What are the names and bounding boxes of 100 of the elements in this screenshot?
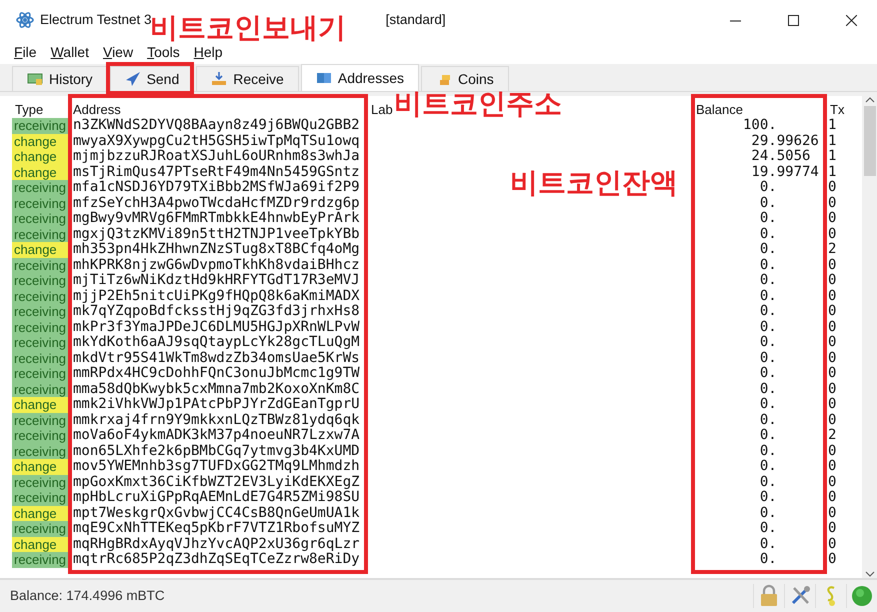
address-cell-text: mpHbLcruXiGPpRqAEMnLdE7G4R5ZMi98SU [72,490,361,506]
balance-cell-text: 0. [758,382,778,397]
type-cell: change [12,397,70,412]
type-cell: change [12,459,70,474]
balance-cell-text: 19.99774 [750,164,820,180]
annotation-text: 비트코인보내기 [150,14,346,42]
balance-cell-text: 0. [758,242,778,258]
tx-count-cell-text: 0 [827,412,838,428]
column-header[interactable]: Tx [827,96,844,120]
menu-item[interactable]: Tools [147,42,180,62]
menu-item[interactable]: Wallet [50,42,89,62]
tab[interactable]: Coins [421,66,509,91]
tab[interactable]: History [12,66,108,91]
inbox-icon [211,71,228,87]
address-cell-text: mqE9CxNhTTEKeq5pKbrF7VTZ1RbofsuMYZ [72,521,361,536]
type-cell: receiving [12,490,70,506]
balance-cell-text: 0. [758,474,778,490]
balance-cell-text: 0. [758,335,778,350]
type-cell: receiving [12,196,70,211]
type-cell: change [12,506,70,521]
balance-cell-text: 0. [758,552,778,568]
scroll-down-icon [864,570,874,578]
balance-cell-text: 0. [758,536,778,552]
address-cell-text: mfzSeYchH3A4pwoTWcdaHcfMZDr9rdzg6p [72,196,361,211]
menu-item[interactable]: View [102,42,134,62]
tab[interactable]: Receive [196,66,299,91]
tx-count-cell-text: 0 [827,521,838,536]
menu-item[interactable]: File [14,42,37,62]
balance-cell-text: 0. [758,428,778,444]
type-cell: receiving [12,211,70,226]
tx-count-cell-text: 0 [827,335,838,350]
tx-count-cell-text: 0 [827,258,838,273]
balance-cell-text: 100. [742,118,778,134]
scrollbar[interactable] [862,96,877,578]
balance-cell-text: 0. [758,444,778,459]
address-cell-text: mkPr3f3YmaJPDeJC6DLMU5HGJpXRnWLPvW [72,320,361,335]
balance-cell-text: 0. [758,506,778,521]
address-cell-text: mgxjQ3tzKMVi89n5ttH2TNJP1veeTpkYBb [72,226,361,242]
type-cell: receiving [12,366,70,382]
type-cell: receiving [12,444,70,459]
balance-cell-text: 0. [758,397,778,412]
type-cell: receiving [12,412,70,428]
tx-count-cell-text: 0 [827,226,838,242]
type-cell: change [12,536,70,552]
address-book-icon [316,70,332,86]
address-cell-text: mov5YWEMnhb3sg7TUFDxGG2TMq9LMhmdzh [72,459,361,474]
address-cell-text: mkYdKoth6aAJ9sqQtaypLcYk28gcTLuQgM [72,335,361,350]
tx-count-cell-text: 1 [827,149,838,164]
address-cell-text: mwyaX9XywpgCu2tH5GSH5iwTpMqTSu1owq [72,134,361,149]
balance-text: Balance: 174.4996 mBTC [10,586,165,605]
tx-count-cell-text: 2 [827,242,838,258]
balance-cell-text: 0. [758,288,778,304]
balance-cell-text: 0. [758,304,778,320]
type-cell: receiving [12,288,70,304]
balance-cell-text: 0. [758,196,778,211]
column-header[interactable]: Type [12,96,44,120]
tx-count-cell-text: 0 [827,397,838,412]
column-header[interactable]: Lab [368,96,393,120]
tx-count-cell-text: 0 [827,552,838,568]
money-icon [27,71,43,87]
tx-count-cell-text: 0 [827,366,838,382]
tx-count-cell-text: 0 [827,288,838,304]
scrollbar-thumb[interactable] [864,106,876,176]
type-cell: receiving [12,428,70,444]
type-cell: receiving [12,552,70,568]
annotation-text: 비트코인주소 [394,90,562,118]
balance-cell-text: 0. [758,459,778,474]
address-cell-text: mk7qYZqpoBdfcksstHj9qZG3fd3jrhxHs8 [72,304,361,320]
type-cell: receiving [12,474,70,490]
column-header[interactable]: Balance [693,96,743,120]
tx-count-cell-text: 0 [827,490,838,506]
balance-cell-text: 0. [758,320,778,335]
address-cell-text: mjTiTz6wNiKdztHd9kHRFYTGdT17R3eMVJ [72,273,361,288]
type-cell: receiving [12,273,70,288]
address-cell-text: mmk2iVhkVWJp1PAtcPbPJYrZdGEanTgprU [72,397,361,412]
tx-count-cell-text: 0 [827,196,838,211]
tab[interactable]: Addresses [300,64,420,91]
tx-count-cell-text: 0 [827,180,838,196]
address-cell-text: mgBwy9vMRVg6FMmRTmbkkE4hnwbEyPrArk [72,211,361,226]
balance-cell-text: 0. [758,180,778,196]
column-header[interactable]: Address [70,96,121,120]
type-cell: receiving [12,118,70,134]
address-cell-text: msTjRimQus47PTseRtF49m4Nn5459GSntz [72,164,361,180]
balance-cell-text: 0. [758,350,778,366]
tx-count-cell-text: 0 [827,474,838,490]
balance-cell-text: 0. [758,211,778,226]
type-cell: receiving [12,304,70,320]
balance-cell-text: 0. [758,521,778,536]
type-cell: receiving [12,320,70,335]
menu-item[interactable]: Help [194,42,223,62]
balance-cell-text: 24.5056 [750,149,812,164]
balance-cell-text: 0. [758,412,778,428]
address-cell-text: n3ZKWNdS2DYVQ8BAayn8z49j6BWQu2GBB2 [72,118,361,134]
balance-cell-text: 0. [758,226,778,242]
address-cell-text: mon65LXhfe2k6pBMbCGq7ytmvg3b4KxUMD [72,444,361,459]
tx-count-cell-text: 0 [827,304,838,320]
tx-count-cell-text: 0 [827,273,838,288]
tx-count-cell-text: 1 [827,134,838,149]
paper-plane-icon [124,71,141,87]
tx-count-cell-text: 1 [827,164,838,180]
